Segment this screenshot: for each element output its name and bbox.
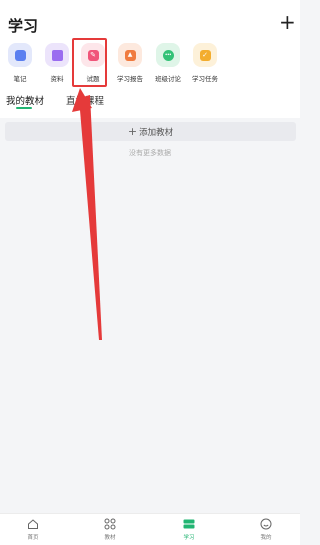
study-icon bbox=[183, 519, 195, 529]
pencil-icon: ✎ bbox=[81, 43, 105, 67]
plus-icon: + bbox=[127, 125, 138, 138]
shortcut-study-report[interactable]: ▲ 学习报告 bbox=[110, 43, 150, 83]
shortcut-label: 学习任务 bbox=[192, 75, 218, 83]
home-icon bbox=[28, 519, 38, 529]
task-icon: ✓ bbox=[193, 43, 217, 67]
nav-label: 我的 bbox=[260, 535, 272, 541]
chat-icon: ••• bbox=[156, 43, 180, 67]
tab-live-courses[interactable]: 直播课程 bbox=[66, 93, 104, 107]
add-textbook-button[interactable]: + 添加教材 bbox=[5, 122, 296, 141]
shortcut-label: 笔记 bbox=[13, 75, 27, 83]
add-button[interactable]: + bbox=[279, 12, 296, 32]
notebook-icon bbox=[8, 43, 32, 67]
shortcut-class-discussion[interactable]: ••• 班级讨论 bbox=[148, 43, 188, 83]
bottom-tab-bar: 首页 教材 学习 我的 bbox=[0, 513, 300, 545]
nav-label: 教材 bbox=[104, 535, 116, 541]
nav-label: 首页 bbox=[27, 535, 39, 541]
folder-icon bbox=[45, 43, 69, 67]
report-icon: ▲ bbox=[118, 43, 142, 67]
nav-study[interactable]: 学习 bbox=[169, 518, 209, 541]
page-title: 学习 bbox=[8, 17, 39, 35]
profile-icon bbox=[260, 518, 272, 530]
tab-my-textbooks[interactable]: 我的教材 bbox=[6, 93, 44, 107]
shortcut-label: 班级讨论 bbox=[155, 75, 181, 83]
shortcut-label: 试题 bbox=[86, 75, 100, 83]
add-textbook-label: 添加教材 bbox=[139, 127, 174, 138]
shortcut-exercises[interactable]: ✎ 试题 bbox=[73, 43, 113, 83]
nav-home[interactable]: 首页 bbox=[13, 518, 53, 541]
shortcut-label: 学习报告 bbox=[117, 75, 143, 83]
active-tab-indicator bbox=[16, 107, 32, 109]
nav-label: 学习 bbox=[183, 535, 195, 541]
shortcut-label: 资料 bbox=[50, 75, 64, 83]
nav-profile[interactable]: 我的 bbox=[246, 518, 286, 541]
shortcut-study-tasks[interactable]: ✓ 学习任务 bbox=[185, 43, 225, 83]
header-panel: 学习 + 笔记 资料 ✎ 试题 ▲ 学习报告 ••• 班级讨论 ✓ 学习任务 我… bbox=[0, 0, 300, 118]
grid-icon bbox=[104, 518, 116, 530]
shortcut-notes[interactable]: 笔记 bbox=[0, 43, 40, 83]
shortcut-materials[interactable]: 资料 bbox=[37, 43, 77, 83]
nav-textbooks[interactable]: 教材 bbox=[90, 518, 130, 541]
empty-state-text: 没有更多数据 bbox=[129, 149, 171, 157]
